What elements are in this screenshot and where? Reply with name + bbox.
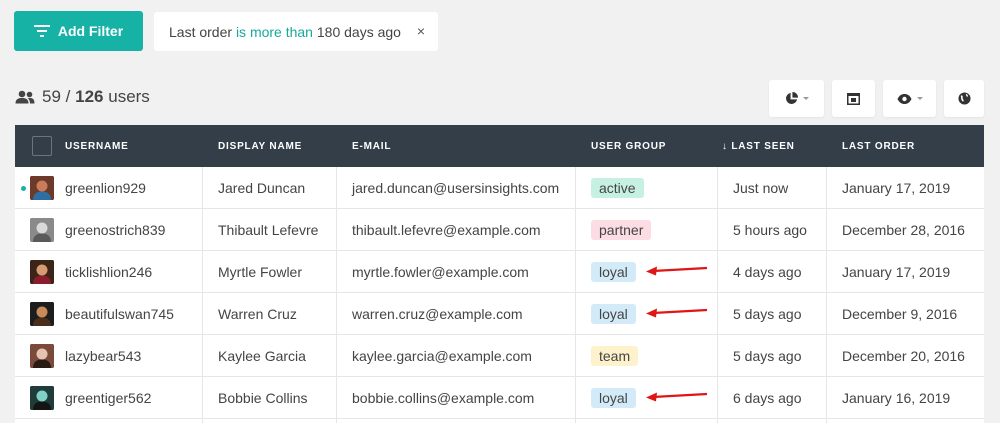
avatar[interactable] <box>30 218 54 242</box>
column-divider <box>202 167 203 423</box>
column-header-last-seen[interactable]: ↓ LAST SEEN <box>722 125 795 167</box>
user-group-tag[interactable]: loyal <box>591 388 636 408</box>
display-name-cell: Jared Duncan <box>218 180 306 196</box>
total-count: 126 <box>75 87 104 106</box>
username-cell[interactable]: greenlion929 <box>65 167 146 209</box>
pie-chart-icon <box>785 92 798 104</box>
filter-chip[interactable]: Last order is more than 180 days ago × <box>154 12 438 51</box>
column-divider <box>717 167 718 423</box>
email-cell: kaylee.garcia@example.com <box>352 348 532 364</box>
column-header-user-group[interactable]: USER GROUP <box>591 125 666 167</box>
filter-icon <box>33 25 50 37</box>
column-header-email[interactable]: E-MAIL <box>352 125 391 167</box>
online-indicator <box>21 186 26 191</box>
column-divider <box>575 167 576 423</box>
display-name-cell: Kaylee Garcia <box>218 348 306 364</box>
last-seen-cell: 4 days ago <box>733 264 802 280</box>
user-group-tag[interactable]: active <box>591 178 644 198</box>
avatar[interactable] <box>30 260 54 284</box>
map-view-button[interactable] <box>944 80 984 117</box>
user-group-tag[interactable]: team <box>591 346 639 366</box>
column-header-display-name[interactable]: DISPLAY NAME <box>218 125 302 167</box>
add-filter-label: Add Filter <box>57 23 124 39</box>
column-header-last-order[interactable]: LAST ORDER <box>842 125 915 167</box>
display-name-cell: Warren Cruz <box>218 306 297 322</box>
annotation-arrow-icon <box>646 266 708 276</box>
user-group-tag[interactable]: loyal <box>591 304 636 324</box>
user-group-tag[interactable]: partner <box>591 220 652 240</box>
last-order-cell: December 9, 2016 <box>842 306 958 322</box>
avatar[interactable] <box>30 386 54 410</box>
last-seen-cell: 5 days ago <box>733 348 802 364</box>
select-all-checkbox[interactable] <box>32 136 52 156</box>
email-cell: thibault.lefevre@example.com <box>352 222 541 238</box>
username-cell[interactable]: greenostrich839 <box>65 209 165 251</box>
add-filter-button[interactable]: Add Filter <box>14 11 143 51</box>
users-icon <box>15 90 35 104</box>
filtered-count: 59 <box>42 87 61 106</box>
columns-button[interactable] <box>832 80 875 117</box>
visibility-button[interactable] <box>883 80 936 117</box>
filter-field: Last order <box>169 23 233 40</box>
email-cell: jared.duncan@usersinsights.com <box>352 180 560 196</box>
username-cell[interactable]: beautifulswan745 <box>65 293 174 335</box>
table-row[interactable]: greentiger562 Bobbie Collins bobbie.coll… <box>15 377 984 419</box>
display-name-cell: Bobbie Collins <box>218 390 308 406</box>
column-divider <box>336 167 337 423</box>
last-seen-cell: 5 hours ago <box>733 222 807 238</box>
last-order-cell: December 20, 2016 <box>842 348 965 364</box>
email-cell: bobbie.collins@example.com <box>352 390 535 406</box>
remove-filter-icon[interactable]: × <box>417 23 425 39</box>
user-count: 59 / 126 users <box>15 87 150 107</box>
table-row[interactable]: greenlion929 Jared Duncan jared.duncan@u… <box>15 167 984 209</box>
avatar[interactable] <box>30 344 54 368</box>
display-name-cell: Thibault Lefevre <box>218 222 319 238</box>
display-name-cell: Myrtle Fowler <box>218 264 303 280</box>
column-layout-icon <box>847 92 860 105</box>
table-row[interactable]: beautifulswan745 Warren Cruz warren.cruz… <box>15 293 984 335</box>
table-row[interactable]: lazybear543 Kaylee Garcia kaylee.garcia@… <box>15 335 984 377</box>
globe-icon <box>957 92 971 105</box>
chevron-down-icon <box>916 97 923 100</box>
users-table: USERNAME DISPLAY NAME E-MAIL USER GROUP … <box>15 125 984 423</box>
avatar[interactable] <box>30 176 54 200</box>
annotation-arrow-icon <box>646 392 708 402</box>
table-row[interactable]: ticklishlion246 Myrtle Fowler myrtle.fow… <box>15 251 984 293</box>
table-header: USERNAME DISPLAY NAME E-MAIL USER GROUP … <box>15 125 984 167</box>
column-header-username[interactable]: USERNAME <box>65 125 129 167</box>
avatar[interactable] <box>30 302 54 326</box>
last-order-cell: December 28, 2016 <box>842 222 965 238</box>
last-seen-cell: 6 days ago <box>733 390 802 406</box>
chevron-down-icon <box>802 97 809 100</box>
annotation-arrow-icon <box>646 308 708 318</box>
column-divider <box>826 167 827 423</box>
last-order-cell: January 17, 2019 <box>842 264 951 280</box>
username-cell[interactable]: lazybear543 <box>65 335 141 377</box>
segments-button[interactable] <box>769 80 824 117</box>
last-order-cell: January 17, 2019 <box>842 180 951 196</box>
table-row[interactable]: greenostrich839 Thibault Lefevre thibaul… <box>15 209 984 251</box>
last-seen-cell: 5 days ago <box>733 306 802 322</box>
filter-value[interactable]: 180 days ago <box>317 24 401 40</box>
username-cell[interactable]: greentiger562 <box>65 377 151 419</box>
eye-icon <box>897 93 911 104</box>
email-cell: myrtle.fowler@example.com <box>352 264 529 280</box>
filter-operator[interactable]: is more than <box>236 24 313 40</box>
email-cell: warren.cruz@example.com <box>352 306 523 322</box>
username-cell[interactable]: ticklishlion246 <box>65 251 152 293</box>
last-order-cell: January 16, 2019 <box>842 390 951 406</box>
user-group-tag[interactable]: loyal <box>591 262 636 282</box>
last-seen-cell: Just now <box>733 180 789 196</box>
